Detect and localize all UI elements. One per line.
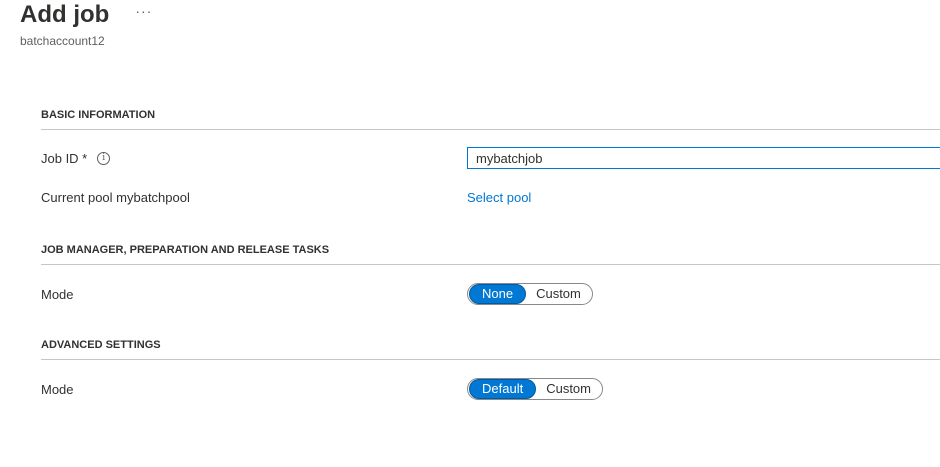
title-row: Add job ··· [20,0,152,30]
more-options-button[interactable]: ··· [135,3,152,19]
section-basic-information: BASIC INFORMATION [41,109,940,130]
job-id-row: Job ID * i [41,144,940,172]
advanced-mode-toggle: Default Custom [467,378,603,400]
tasks-mode-option-custom[interactable]: Custom [526,285,591,303]
page-title: Add job [20,1,110,28]
page-subtitle: batchaccount12 [20,34,105,48]
select-pool-link[interactable]: Select pool [467,190,531,205]
advanced-mode-row: Mode Default Custom [41,375,940,403]
current-pool-row: Current pool mybatchpool Select pool [41,183,940,211]
info-icon[interactable]: i [97,151,111,165]
tasks-mode-row: Mode None Custom [41,280,940,308]
section-header-job-manager-tasks: JOB MANAGER, PREPARATION AND RELEASE TAS… [41,244,940,265]
advanced-mode-option-default[interactable]: Default [469,379,537,399]
job-id-label-wrap: Job ID * i [41,151,467,166]
job-id-input[interactable] [467,147,940,169]
advanced-mode-label: Mode [41,381,74,397]
section-advanced-settings: ADVANCED SETTINGS [41,339,940,360]
section-header-advanced-settings: ADVANCED SETTINGS [41,339,940,360]
current-pool-label: Current pool mybatchpool [41,189,190,205]
advanced-mode-option-custom[interactable]: Custom [536,380,601,398]
job-id-label: Job ID * [41,150,88,166]
section-job-manager-tasks: JOB MANAGER, PREPARATION AND RELEASE TAS… [41,244,940,265]
tasks-mode-toggle: None Custom [467,283,593,305]
tasks-mode-option-none[interactable]: None [469,284,527,304]
tasks-mode-label: Mode [41,286,74,302]
page-header: Add job ··· batchaccount12 [20,0,152,48]
section-header-basic-information: BASIC INFORMATION [41,109,940,130]
